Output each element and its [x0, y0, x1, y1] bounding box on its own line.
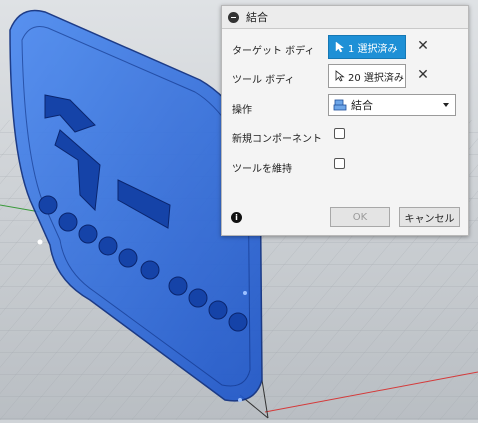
pointer-icon	[335, 41, 345, 53]
new-component-row: 新規コンポーネント	[222, 123, 468, 149]
minus-circle-icon[interactable]	[228, 11, 239, 23]
chevron-down-icon	[443, 103, 449, 107]
operation-value: 結合	[351, 99, 373, 112]
new-component-checkbox[interactable]	[334, 128, 345, 139]
dialog-title: 結合	[246, 11, 268, 24]
operation-label: 操作	[232, 105, 252, 116]
tool-body-value: 20 選択済み	[348, 72, 404, 84]
dialog-footer: i OK キャンセル	[222, 205, 468, 233]
keep-tools-checkbox[interactable]	[334, 158, 345, 169]
target-body-value: 1 選択済み	[348, 43, 398, 55]
operation-dropdown[interactable]: 結合	[328, 94, 456, 116]
operation-row: 操作 結合	[222, 94, 468, 120]
target-body-label: ターゲット ボディ	[232, 46, 315, 57]
target-body-select-button[interactable]: 1 選択済み	[328, 35, 406, 59]
combine-dialog: 結合 ターゲット ボディ 1 選択済み ✕ ツール ボディ 20 選択済み ✕ …	[221, 5, 469, 236]
vertex-point	[37, 239, 43, 245]
tool-body-select-button[interactable]: 20 選択済み	[328, 64, 406, 88]
target-body-row: ターゲット ボディ 1 選択済み ✕	[222, 35, 468, 61]
close-icon[interactable]: ✕	[416, 39, 430, 53]
tool-body-row: ツール ボディ 20 選択済み ✕	[222, 64, 468, 90]
info-icon[interactable]: i	[231, 212, 242, 223]
keep-tools-label: ツールを維持	[232, 164, 292, 175]
pointer-icon	[335, 70, 345, 82]
join-icon	[333, 99, 347, 111]
new-component-label: 新規コンポーネント	[232, 134, 322, 145]
tool-body-label: ツール ボディ	[232, 75, 295, 86]
keep-tools-row: ツールを維持	[222, 153, 468, 179]
close-icon[interactable]: ✕	[416, 68, 430, 82]
dialog-titlebar[interactable]: 結合	[222, 6, 468, 29]
ok-button[interactable]: OK	[330, 207, 390, 227]
cancel-button[interactable]: キャンセル	[399, 207, 460, 227]
